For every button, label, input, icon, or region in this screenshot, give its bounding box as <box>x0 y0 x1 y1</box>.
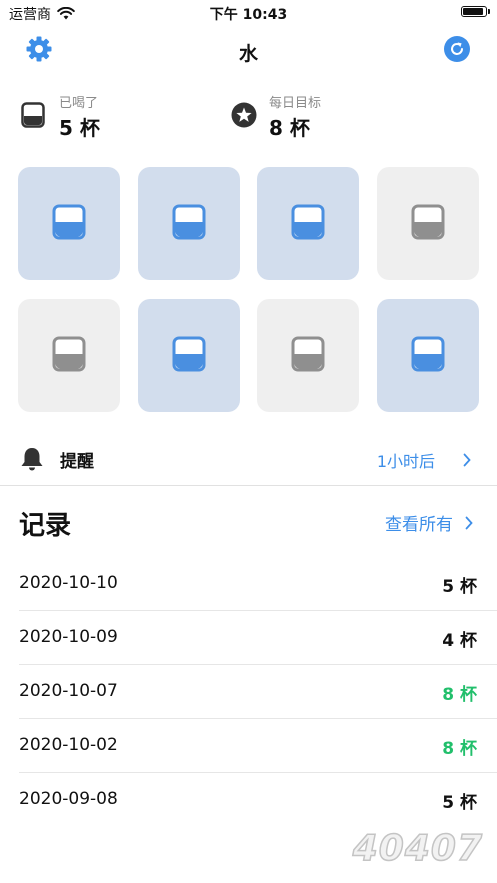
cup-icon <box>411 204 445 244</box>
record-count: 5 杯 <box>442 577 477 597</box>
cup-icon <box>52 336 86 376</box>
goal-label: 每日目标 <box>269 96 322 111</box>
records-title: 记录 <box>19 511 72 541</box>
goal-value: 8 杯 <box>269 116 310 140</box>
record-row[interactable]: 2020-10-02 8 杯 <box>0 719 497 773</box>
battery-icon <box>461 6 490 17</box>
cup-tile[interactable] <box>138 299 240 412</box>
status-bar: 运营商 下午 10:43 <box>0 0 497 26</box>
page-title: 水 <box>238 43 258 65</box>
goal-stat: 每日目标 8 杯 <box>231 90 431 140</box>
watermark: 40407 <box>352 827 483 870</box>
cup-tile[interactable] <box>18 299 120 412</box>
record-date: 2020-10-07 <box>19 681 118 701</box>
record-date: 2020-10-02 <box>19 735 118 755</box>
cup-icon <box>411 336 445 376</box>
record-row[interactable]: 2020-10-07 8 杯 <box>0 665 497 719</box>
record-date: 2020-09-08 <box>19 789 118 809</box>
bell-icon <box>19 446 45 476</box>
drunk-value: 5 杯 <box>59 116 100 140</box>
cup-icon <box>291 336 325 376</box>
record-row[interactable]: 2020-10-09 4 杯 <box>0 611 497 665</box>
chevron-right-icon <box>465 515 473 534</box>
cup-tile[interactable] <box>138 167 240 280</box>
reminder-value: 1小时后 <box>376 452 435 471</box>
cup-tile[interactable] <box>257 299 359 412</box>
refresh-icon <box>443 35 471 67</box>
record-date: 2020-10-09 <box>19 627 118 647</box>
cup-tile[interactable] <box>377 299 479 412</box>
cup-tile[interactable] <box>18 167 120 280</box>
cup-icon <box>52 204 86 244</box>
cup-icon <box>172 204 206 244</box>
status-time: 下午 10:43 <box>209 7 288 23</box>
view-all-link[interactable]: 查看所有 <box>385 510 453 535</box>
record-count: 5 杯 <box>442 793 477 813</box>
record-row[interactable]: 2020-09-08 5 杯 <box>0 773 497 827</box>
chevron-right-icon <box>463 452 471 471</box>
cup-tile[interactable] <box>257 167 359 280</box>
record-count: 8 杯 <box>442 739 477 759</box>
battery-level <box>463 8 483 15</box>
record-row[interactable]: 2020-10-10 5 杯 <box>0 557 497 611</box>
drunk-label: 已喝了 <box>59 96 99 111</box>
cup-icon <box>291 204 325 244</box>
cup-tile[interactable] <box>377 167 479 280</box>
reminder-row[interactable]: 提醒 1小时后 <box>0 434 497 484</box>
reminder-label: 提醒 <box>60 452 94 472</box>
star-icon <box>231 102 257 132</box>
record-date: 2020-10-10 <box>19 573 118 593</box>
refresh-button[interactable] <box>442 36 472 66</box>
record-count: 4 杯 <box>442 631 477 651</box>
cup-icon <box>172 336 206 376</box>
section-divider <box>0 485 497 486</box>
drunk-stat: 已喝了 5 杯 <box>21 90 201 140</box>
record-count: 8 杯 <box>442 685 477 705</box>
nav-bar: 水 <box>0 30 497 74</box>
cup-icon <box>21 102 45 132</box>
